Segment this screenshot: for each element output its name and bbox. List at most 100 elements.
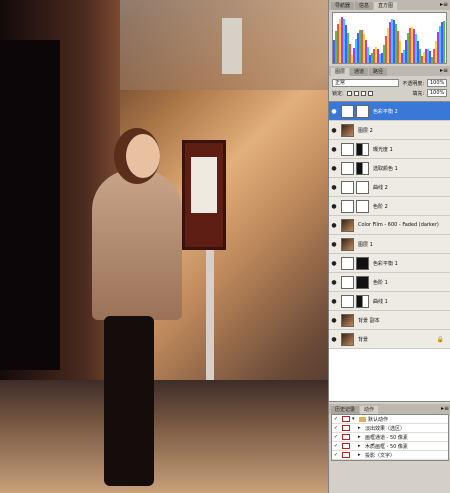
action-name[interactable]: 画框通道 - 50 像素 (365, 434, 408, 441)
action-row[interactable]: ✓ ▾ 默认动作 (332, 415, 448, 424)
layer-name[interactable]: 色阶 1 (373, 279, 388, 286)
layer-row[interactable]: ● 曝光度 1 (329, 140, 450, 159)
action-row[interactable]: ✓ ▸ 木质画框 - 50 像素 (332, 442, 448, 451)
dialog-toggle-icon[interactable] (342, 434, 350, 440)
layer-row[interactable]: ● 色阶 1 (329, 273, 450, 292)
expand-icon[interactable]: ▸ (358, 425, 365, 431)
adjustment-thumbnail[interactable] (341, 199, 354, 213)
lock-position-icon[interactable] (360, 90, 366, 96)
tab-navigator[interactable]: 导航器 (331, 2, 355, 10)
opacity-field[interactable]: 100% (427, 79, 447, 87)
layer-row[interactable]: ● 选取颜色 1 (329, 159, 450, 178)
layer-name[interactable]: 曲线 1 (373, 298, 388, 305)
dialog-toggle-icon[interactable] (342, 425, 350, 431)
tab-paths[interactable]: 路径 (369, 68, 388, 76)
mask-thumbnail[interactable] (356, 294, 369, 308)
action-name[interactable]: 投影（文字） (365, 452, 395, 459)
adjustment-thumbnail[interactable] (341, 161, 354, 175)
eye-icon[interactable]: ● (329, 279, 339, 286)
adjustment-thumbnail[interactable] (341, 256, 354, 270)
layers-menu-icon[interactable]: ▸≡ (440, 67, 448, 74)
layer-name[interactable]: Color Film - 600 - Faded (darker) (358, 222, 439, 228)
mask-thumbnail[interactable] (356, 275, 369, 289)
actions-menu-icon[interactable]: ▸≡ (441, 405, 449, 412)
eye-icon[interactable]: ● (329, 298, 339, 305)
eye-icon[interactable]: ● (329, 184, 339, 191)
mask-thumbnail[interactable] (356, 142, 369, 156)
expand-icon[interactable]: ▸ (358, 452, 365, 458)
adjustment-thumbnail[interactable] (341, 180, 354, 194)
eye-icon[interactable]: ● (329, 317, 339, 324)
action-row[interactable]: ✓ ▸ 淡出效果（选区） (332, 424, 448, 433)
layer-name[interactable]: 图层 2 (358, 127, 373, 134)
action-name[interactable]: 木质画框 - 50 像素 (365, 443, 408, 450)
tab-histogram[interactable]: 直方图 (374, 2, 398, 10)
check-icon[interactable]: ✓ (332, 425, 340, 431)
layer-name[interactable]: 选取颜色 1 (373, 165, 398, 172)
layer-row[interactable]: ● 色阶 2 (329, 197, 450, 216)
lock-pixels-icon[interactable] (353, 90, 359, 96)
tab-history[interactable]: 历史记录 (331, 406, 360, 414)
panel-menu-icon[interactable]: ▸≡ (440, 1, 448, 8)
layer-thumbnail[interactable] (341, 332, 354, 346)
eye-icon[interactable]: ● (329, 336, 339, 343)
photo-canvas[interactable] (0, 0, 328, 493)
expand-icon[interactable]: ▾ (352, 416, 359, 422)
layer-name[interactable]: 背景 (358, 336, 368, 343)
eye-icon[interactable]: ● (329, 127, 339, 134)
eye-icon[interactable]: ● (329, 260, 339, 267)
layer-thumbnail[interactable] (341, 237, 354, 251)
layer-thumbnail[interactable] (341, 218, 354, 232)
layer-row[interactable]: ● 图层 1 (329, 235, 450, 254)
dialog-toggle-icon[interactable] (342, 443, 350, 449)
layer-row[interactable]: ● 图层 2 (329, 121, 450, 140)
lock-all-icon[interactable] (367, 90, 373, 96)
action-name[interactable]: 淡出效果（选区） (365, 425, 405, 432)
adjustment-thumbnail[interactable] (341, 104, 354, 118)
layer-row[interactable]: ● 曲线 2 (329, 178, 450, 197)
layer-name[interactable]: 图层 1 (358, 241, 373, 248)
tab-info[interactable]: 信息 (355, 2, 374, 10)
check-icon[interactable]: ✓ (332, 434, 340, 440)
layer-name[interactable]: 色彩平衡 1 (373, 260, 398, 267)
eye-icon[interactable]: ● (329, 241, 339, 248)
eye-icon[interactable]: ● (329, 165, 339, 172)
layer-row[interactable]: ● 曲线 1 (329, 292, 450, 311)
adjustment-thumbnail[interactable] (341, 142, 354, 156)
eye-icon[interactable]: ● (329, 203, 339, 210)
layer-name[interactable]: 曝光度 1 (373, 146, 393, 153)
blend-mode-select[interactable]: 正常 (332, 79, 400, 87)
layer-row[interactable]: ● 色彩平衡 1 (329, 254, 450, 273)
eye-icon[interactable]: ● (329, 108, 339, 115)
layer-name[interactable]: 曲线 2 (373, 184, 388, 191)
layer-row[interactable]: ● 背景 🔒 (329, 330, 450, 349)
lock-icons[interactable] (346, 90, 373, 96)
expand-icon[interactable]: ▸ (358, 434, 365, 440)
action-row[interactable]: ✓ ▸ 画框通道 - 50 像素 (332, 433, 448, 442)
adjustment-thumbnail[interactable] (341, 294, 354, 308)
layer-thumbnail[interactable] (341, 313, 354, 327)
expand-icon[interactable]: ▸ (358, 443, 365, 449)
mask-thumbnail[interactable] (356, 161, 369, 175)
layer-name[interactable]: 色彩平衡 2 (373, 108, 398, 115)
fill-field[interactable]: 100% (427, 89, 447, 97)
mask-thumbnail[interactable] (356, 180, 369, 194)
lock-transparent-icon[interactable] (346, 90, 352, 96)
layer-row[interactable]: ● 背景 副本 (329, 311, 450, 330)
check-icon[interactable]: ✓ (332, 416, 340, 422)
dialog-toggle-icon[interactable] (342, 416, 350, 422)
dialog-toggle-icon[interactable] (342, 452, 350, 458)
check-icon[interactable]: ✓ (332, 443, 340, 449)
tab-channels[interactable]: 通道 (350, 68, 369, 76)
layer-row[interactable]: ● 色彩平衡 2 (329, 102, 450, 121)
layer-name[interactable]: 色阶 2 (373, 203, 388, 210)
mask-thumbnail[interactable] (356, 256, 369, 270)
tab-layers[interactable]: 图层 (331, 68, 350, 76)
check-icon[interactable]: ✓ (332, 452, 340, 458)
adjustment-thumbnail[interactable] (341, 275, 354, 289)
tab-actions[interactable]: 动作 (360, 406, 379, 414)
eye-icon[interactable]: ● (329, 146, 339, 153)
mask-thumbnail[interactable] (356, 199, 369, 213)
layer-name[interactable]: 背景 副本 (358, 317, 380, 324)
action-row[interactable]: ✓ ▸ 投影（文字） (332, 451, 448, 460)
